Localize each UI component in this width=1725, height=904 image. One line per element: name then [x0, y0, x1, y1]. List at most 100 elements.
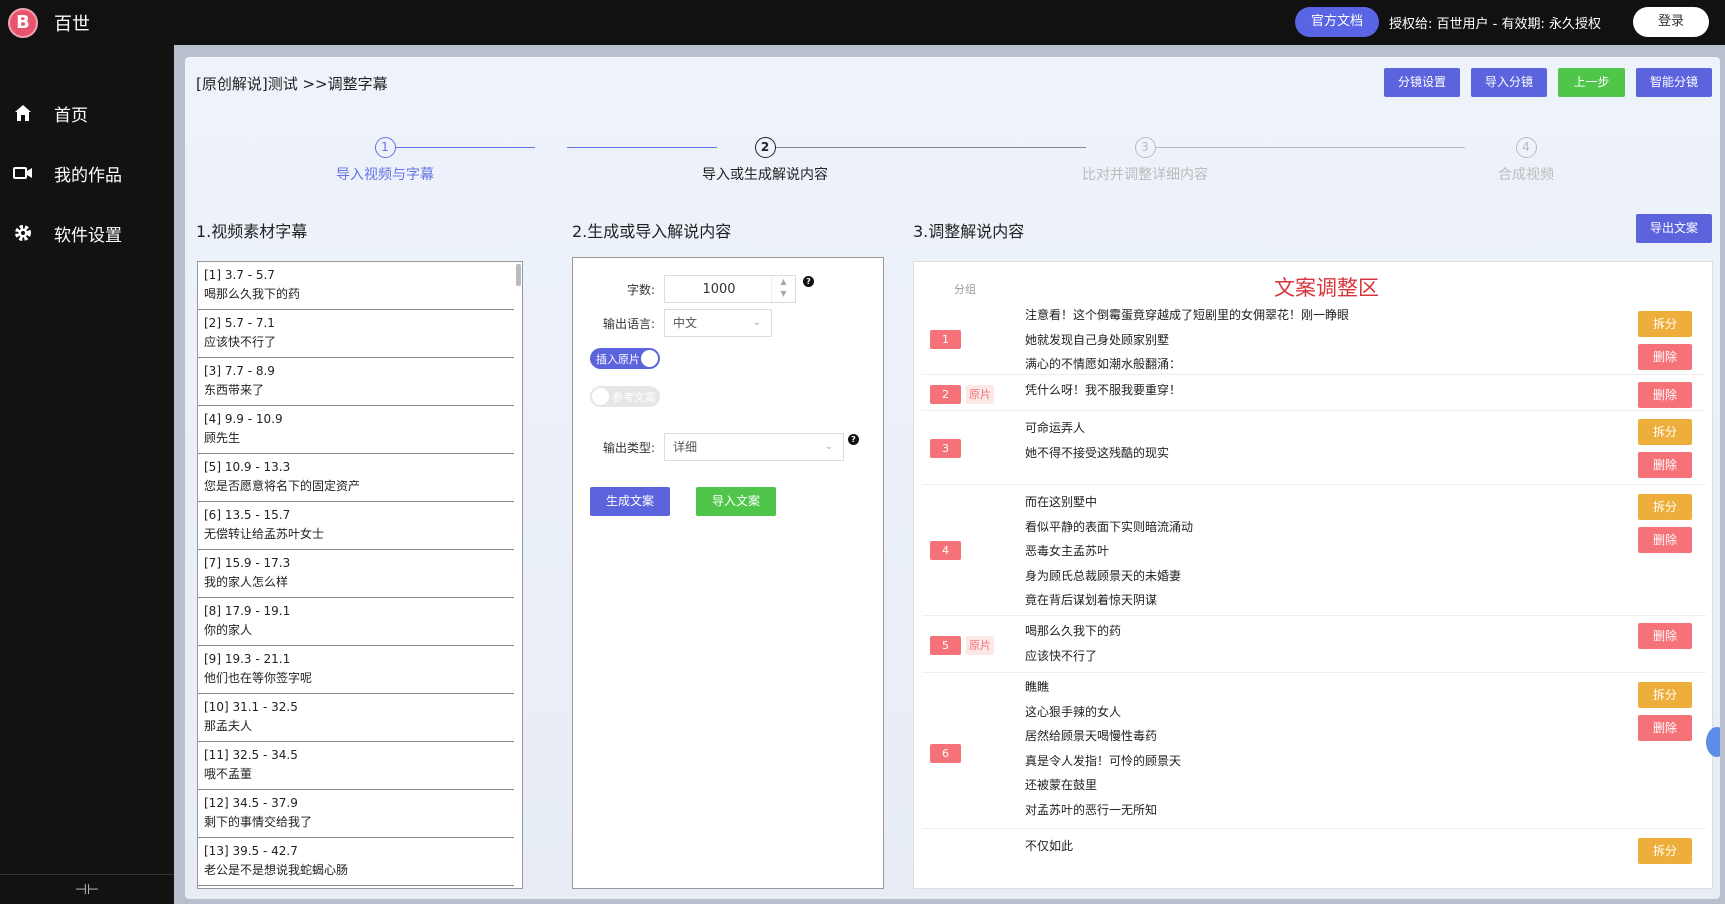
step-label: 导入视频与字幕 — [336, 167, 434, 183]
smart-split-button[interactable]: 智能分镜 — [1635, 68, 1712, 97]
group-line[interactable]: 对孟苏叶的恶行一无所知 — [1025, 798, 1181, 823]
group-line[interactable]: 应该快不行了 — [1025, 644, 1121, 669]
delete-button[interactable]: 删除 — [1638, 382, 1692, 408]
split-button[interactable]: 拆分 — [1638, 682, 1692, 708]
list-item[interactable]: [1] 3.7 - 5.7 喝那么久我下的药 — [198, 262, 514, 310]
group-line[interactable]: 不仅如此 — [1025, 834, 1073, 859]
word-count-input[interactable]: 1000 ▲ ▼ — [664, 275, 796, 303]
group-line[interactable]: 竟在背后谋划着惊天阴谋 — [1025, 588, 1193, 613]
stepper-arrows[interactable]: ▲ ▼ — [771, 276, 795, 302]
generate-copy-button[interactable]: 生成文案 — [590, 487, 670, 516]
list-item[interactable]: [12] 34.5 - 37.9 剩下的事情交给我了 — [198, 790, 514, 838]
collapse-icon[interactable]: ⊣⊢ — [0, 874, 174, 904]
split-button[interactable]: 拆分 — [1638, 494, 1692, 520]
word-count-value: 1000 — [702, 282, 736, 297]
help-icon[interactable]: ? — [848, 433, 859, 445]
group-line[interactable]: 满心的不情愿如潮水般翻涌： — [1025, 352, 1349, 377]
subtitle-text: 你的家人 — [204, 623, 253, 637]
group-line[interactable]: 她就发现自己身处顾家别墅 — [1025, 328, 1349, 353]
word-count-row: 字数: 1000 ▲ ▼ ? — [573, 275, 814, 303]
split-button[interactable]: 拆分 — [1638, 838, 1692, 864]
list-item[interactable]: [3] 7.7 - 8.9 东西带来了 — [198, 358, 514, 406]
group-actions: 拆分 删除 — [1638, 494, 1692, 560]
group-row: 不仅如此 拆分 — [922, 830, 1706, 888]
group-line[interactable]: 注意看！这个倒霉蛋竟穿越成了短剧里的女佣翠花！刚一睁眼 — [1025, 303, 1349, 328]
group-line[interactable]: 瞧瞧 — [1025, 675, 1181, 700]
step-number: 3 — [1134, 137, 1156, 158]
sidebar-item-label: 首页 — [54, 105, 88, 126]
group-line[interactable]: 凭什么呀！我不服我要重穿！ — [1025, 378, 1181, 403]
zone-title: 文案调整区 — [1274, 276, 1379, 300]
subtitle-time: [2] 5.7 - 7.1 — [204, 316, 275, 330]
group-line[interactable]: 可命运弄人 — [1025, 416, 1169, 441]
subtitle-time: [4] 9.9 - 10.9 — [204, 412, 283, 426]
delete-button[interactable]: 删除 — [1638, 452, 1692, 478]
output-type-select[interactable]: 详细 ⌄ — [664, 433, 844, 461]
import-split-button[interactable]: 导入分镜 — [1470, 68, 1547, 97]
step-number: 4 — [1515, 137, 1537, 158]
group-line[interactable]: 她不得不接受这残酷的现实 — [1025, 441, 1169, 466]
sidebar-item-home[interactable]: 首页 — [0, 83, 174, 143]
split-button[interactable]: 拆分 — [1638, 311, 1692, 337]
list-item[interactable]: [5] 10.9 - 13.3 您是否愿意将名下的固定资产 — [198, 454, 514, 502]
list-item[interactable]: [13] 39.5 - 42.7 老公是不是想说我蛇蝎心肠 — [198, 838, 514, 886]
group-actions: 拆分 删除 — [1638, 682, 1692, 748]
group-number-badge[interactable]: 2 — [930, 385, 961, 404]
chevron-down-icon: ⌄ — [824, 441, 833, 452]
delete-button[interactable]: 删除 — [1638, 715, 1692, 741]
group-line[interactable]: 身为顾氏总裁顾景天的未婚妻 — [1025, 564, 1193, 589]
group-lines: 瞧瞧 这心狠手辣的女人 居然给顾景天喝慢性毒药 真是令人发指！可怜的顾景天 还被… — [1025, 675, 1181, 822]
export-button[interactable]: 导出文案 — [1635, 214, 1712, 243]
group-line[interactable]: 看似平静的表面下实则暗流涌动 — [1025, 515, 1193, 540]
delete-button[interactable]: 删除 — [1638, 527, 1692, 553]
video-icon — [12, 162, 34, 184]
generate-panel: 字数: 1000 ▲ ▼ ? 输出语言: 中文 ⌄ 插入原片 参考文案 输出类型: — [572, 257, 884, 889]
group-number-badge[interactable]: 1 — [930, 330, 961, 349]
list-item[interactable]: [2] 5.7 - 7.1 应该快不行了 — [198, 310, 514, 358]
group-row: 4 而在这别墅中 看似平静的表面下实则暗流涌动 恶毒女主孟苏叶 身为顾氏总裁顾景… — [922, 486, 1706, 616]
group-line[interactable]: 居然给顾景天喝慢性毒药 — [1025, 724, 1181, 749]
delete-button[interactable]: 删除 — [1638, 344, 1692, 370]
delete-button[interactable]: 删除 — [1638, 623, 1692, 649]
list-item[interactable]: [7] 15.9 - 17.3 我的家人怎么样 — [198, 550, 514, 598]
group-number-badge[interactable]: 3 — [930, 439, 961, 458]
list-item[interactable]: [8] 17.9 - 19.1 你的家人 — [198, 598, 514, 646]
list-item[interactable]: [9] 19.3 - 21.1 他们也在等你签字呢 — [198, 646, 514, 694]
split-button[interactable]: 拆分 — [1638, 419, 1692, 445]
section-title-subtitles: 1.视频素材字幕 — [196, 222, 308, 241]
scrollbar[interactable] — [516, 264, 521, 286]
subtitle-time: [12] 34.5 - 37.9 — [204, 796, 298, 810]
help-icon[interactable]: ? — [803, 275, 814, 287]
group-line[interactable]: 而在这别墅中 — [1025, 490, 1193, 515]
group-lines: 可命运弄人 她不得不接受这残酷的现实 — [1025, 416, 1169, 465]
group-line[interactable]: 这心狠手辣的女人 — [1025, 700, 1181, 725]
group-line[interactable]: 还被蒙在鼓里 — [1025, 773, 1181, 798]
import-copy-button[interactable]: 导入文案 — [696, 487, 776, 516]
list-item[interactable]: [10] 31.1 - 32.5 那孟夫人 — [198, 694, 514, 742]
group-line[interactable]: 喝那么久我下的药 — [1025, 619, 1121, 644]
step-number: 2 — [754, 137, 776, 158]
subtitle-list[interactable]: [1] 3.7 - 5.7 喝那么久我下的药 [2] 5.7 - 7.1 应该快不行… — [197, 261, 523, 889]
list-item[interactable]: [4] 9.9 - 10.9 顾先生 — [198, 406, 514, 454]
list-item[interactable]: [11] 32.5 - 34.5 哦不孟董 — [198, 742, 514, 790]
sidebar-item-works[interactable]: 我的作品 — [0, 143, 174, 203]
login-button[interactable]: 登录 — [1633, 7, 1709, 37]
subtitle-time: [3] 7.7 - 8.9 — [204, 364, 275, 378]
step-2: 2 导入或生成解说内容 — [665, 137, 865, 184]
subtitle-time: [1] 3.7 - 5.7 — [204, 268, 275, 282]
language-select[interactable]: 中文 ⌄ — [664, 309, 772, 337]
reference-toggle[interactable]: 参考文案 — [590, 386, 660, 407]
group-number-badge[interactable]: 6 — [930, 744, 961, 763]
toggle-knob — [592, 388, 609, 405]
group-line[interactable]: 真是令人发指！可怜的顾景天 — [1025, 749, 1181, 774]
list-item[interactable]: [6] 13.5 - 15.7 无偿转让给孟苏叶女士 — [198, 502, 514, 550]
insert-original-toggle[interactable]: 插入原片 — [590, 348, 660, 369]
sidebar-item-settings[interactable]: 软件设置 — [0, 203, 174, 263]
toggle-label: 插入原片 — [596, 353, 640, 366]
group-number-badge[interactable]: 4 — [930, 541, 961, 560]
group-number-badge[interactable]: 5 — [930, 636, 961, 655]
split-settings-button[interactable]: 分镜设置 — [1383, 68, 1460, 97]
prev-step-button[interactable]: 上一步 — [1557, 68, 1625, 97]
docs-button[interactable]: 官方文档 — [1295, 7, 1380, 37]
group-line[interactable]: 恶毒女主孟苏叶 — [1025, 539, 1193, 564]
